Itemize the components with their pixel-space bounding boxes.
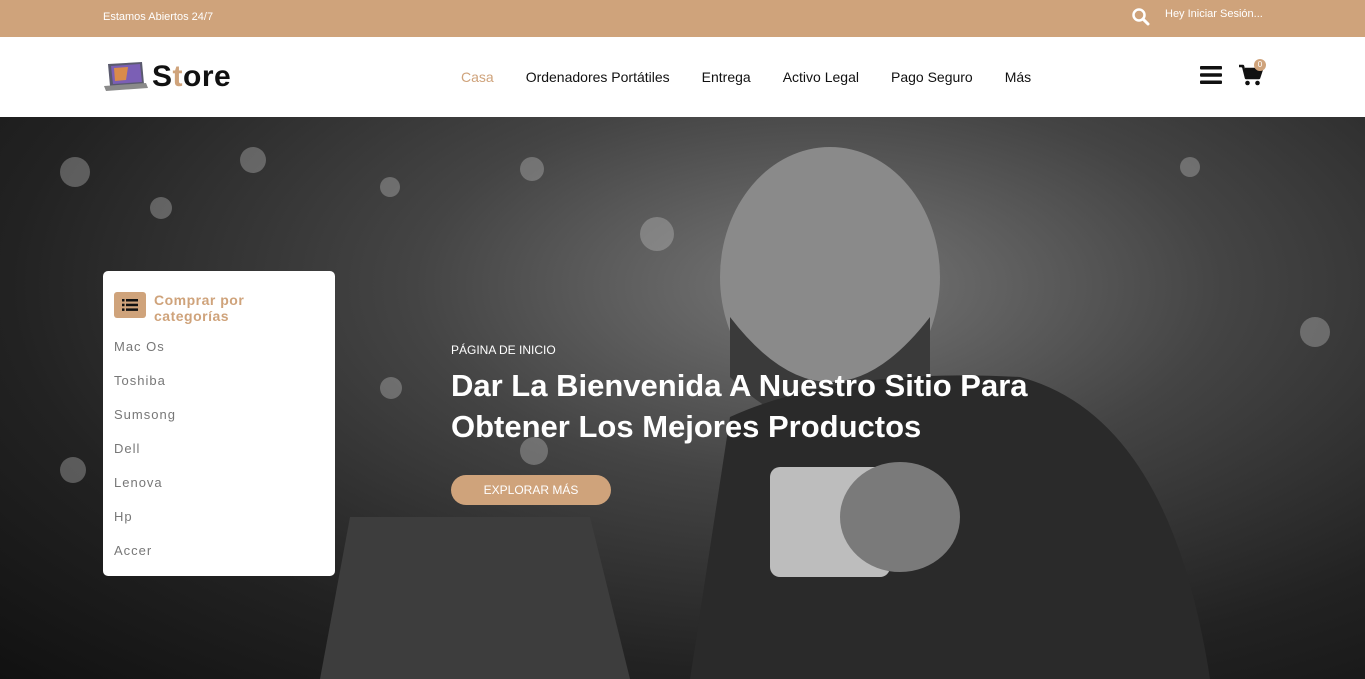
hamburger-menu-icon[interactable] (1200, 65, 1222, 85)
hero-title: Dar La Bienvenida A Nuestro Sitio Para O… (451, 368, 1028, 444)
search-icon[interactable] (1131, 7, 1151, 27)
logo-wordmark: Store (152, 60, 232, 93)
category-panel: Comprar por categorías Mac Os Toshiba Su… (103, 271, 335, 576)
category-item-mac-os[interactable]: Mac Os (114, 339, 176, 373)
nav-activo-legal[interactable]: Activo Legal (783, 69, 859, 85)
category-item-toshiba[interactable]: Toshiba (114, 373, 176, 407)
top-bar: Estamos Abiertos 24/7 Hey Iniciar Sesión… (0, 0, 1365, 37)
hero-text-block: PÁGINA DE INICIO Dar La Bienvenida A Nue… (451, 343, 1131, 447)
login-link[interactable]: Hey Iniciar Sesión... (1165, 8, 1263, 20)
hero-kicker: PÁGINA DE INICIO (451, 343, 556, 357)
category-item-lenova[interactable]: Lenova (114, 475, 176, 509)
nav-mas[interactable]: Más (1005, 69, 1031, 85)
nav-entrega[interactable]: Entrega (702, 69, 751, 85)
category-item-sumsong[interactable]: Sumsong (114, 407, 176, 441)
category-panel-header: Comprar por categorías (114, 292, 274, 324)
cart-count-badge: 0 (1254, 59, 1266, 71)
explore-more-button[interactable]: EXPLORAR MÁS (451, 475, 611, 505)
category-item-hp[interactable]: Hp (114, 509, 176, 543)
category-item-accer[interactable]: Accer (114, 543, 176, 577)
nav-casa[interactable]: Casa (461, 69, 494, 85)
category-item-dell[interactable]: Dell (114, 441, 176, 475)
category-list: Mac Os Toshiba Sumsong Dell Lenova Hp Ac… (114, 339, 176, 577)
laptop-logo-icon (104, 62, 148, 91)
category-panel-title: Comprar por categorías (154, 292, 245, 324)
open-hours-text: Estamos Abiertos 24/7 (103, 11, 214, 23)
store-logo[interactable]: Store (102, 57, 231, 97)
nav-pago-seguro[interactable]: Pago Seguro (891, 69, 973, 85)
main-nav: Casa Ordenadores Portátiles Entrega Acti… (461, 69, 1063, 85)
list-icon (114, 292, 146, 318)
nav-ordenadores-portatiles[interactable]: Ordenadores Portátiles (526, 69, 670, 85)
main-header: Store Casa Ordenadores Portátiles Entreg… (0, 37, 1365, 117)
